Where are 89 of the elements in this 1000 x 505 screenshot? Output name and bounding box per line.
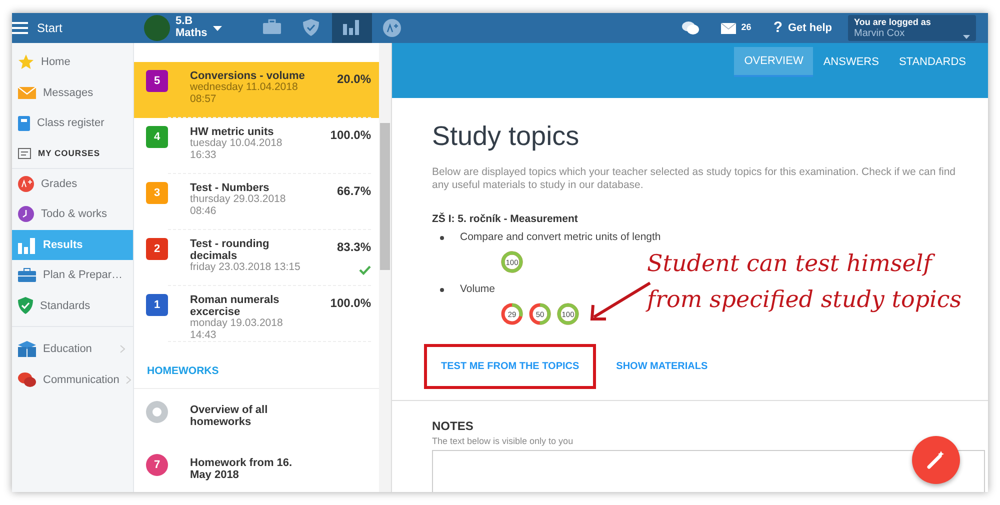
start-menu-button[interactable]: Start bbox=[12, 13, 134, 43]
sidebar-item[interactable]: Communication bbox=[12, 364, 133, 395]
sidebar-item[interactable]: Messages bbox=[12, 78, 133, 108]
tab[interactable]: OVERVIEW bbox=[734, 47, 814, 77]
test-date: wednesday 11.04.2018 08:57 bbox=[190, 82, 299, 106]
scrollbar-thumb[interactable] bbox=[380, 123, 390, 270]
magic-wand-icon bbox=[926, 450, 946, 470]
chat-bubbles-icon bbox=[18, 372, 36, 388]
text-button[interactable]: TEST ME FROM THE TOPICS bbox=[427, 346, 594, 386]
test-title: HW metric units bbox=[190, 126, 275, 138]
user-account-menu[interactable]: You are logged as Marvin Cox bbox=[848, 15, 976, 41]
menu-icon bbox=[12, 22, 28, 34]
annotation-text: Student can test himself from specified study topics bbox=[647, 250, 962, 315]
section-heading: MY COURSES bbox=[38, 146, 100, 160]
score-text: 20.0% bbox=[336, 71, 371, 88]
test-title: Roman numerals excercise bbox=[190, 294, 280, 318]
score-text: 66.7% bbox=[336, 183, 371, 200]
text-button[interactable]: SHOW MATERIALS bbox=[602, 346, 722, 386]
homework-item[interactable]: Overview of all homeworks bbox=[134, 388, 379, 442]
messages-button[interactable]: 26 bbox=[720, 21, 752, 35]
number-badge: 3 bbox=[146, 182, 168, 204]
chevron-icon bbox=[126, 376, 132, 384]
star-icon bbox=[18, 54, 34, 70]
sidebar-item[interactable]: Grades bbox=[12, 168, 133, 199]
number-badge: 1 bbox=[146, 294, 168, 316]
chevron-icon bbox=[120, 345, 125, 354]
envelope-icon bbox=[18, 86, 36, 99]
score-text: 83.3% bbox=[336, 239, 371, 256]
test-title: Conversions - volume bbox=[190, 70, 306, 82]
notes-field[interactable] bbox=[432, 450, 985, 492]
caret-icon bbox=[963, 35, 970, 39]
test-result-item[interactable]: 1 Roman numerals excercise monday 19.03.2018 14:43 100.0% bbox=[134, 286, 379, 342]
notes-heading: NOTES bbox=[432, 418, 474, 435]
open-book-icon bbox=[18, 341, 36, 358]
envelope-icon bbox=[720, 22, 736, 34]
sidebar-item[interactable]: Education bbox=[12, 334, 133, 364]
test-result-item[interactable]: 3 Test - Numbers thursday 29.03.2018 08:46 66.7% bbox=[134, 174, 379, 230]
briefcase-icon[interactable] bbox=[263, 19, 281, 37]
test-result-item[interactable]: 5 Conversions - volume wednesday 11.04.2018 08:57 20.0% bbox=[134, 62, 379, 118]
bar-chart-icon bbox=[18, 236, 36, 254]
grade-icon bbox=[18, 176, 34, 192]
shield-icon[interactable] bbox=[303, 19, 321, 37]
grade-icon[interactable] bbox=[383, 19, 401, 37]
test-title: Test - Numbers bbox=[190, 182, 270, 194]
number-badge: 7 bbox=[146, 454, 168, 476]
score-text: 100.0% bbox=[330, 295, 371, 312]
book-icon bbox=[18, 116, 30, 131]
shield-icon bbox=[18, 297, 33, 314]
clock-icon bbox=[18, 206, 34, 222]
topic-name: Volume bbox=[460, 282, 496, 298]
number-badge: 4 bbox=[146, 126, 168, 148]
sidebar-item[interactable]: Plan & Prepar… bbox=[12, 260, 133, 290]
magic-wand-button[interactable] bbox=[912, 436, 960, 484]
homework-title: Homework from 16. May 2018 bbox=[190, 456, 294, 481]
number-badge: 5 bbox=[146, 70, 168, 92]
homework-item[interactable]: 7 Homework from 16. May 2018 bbox=[134, 442, 379, 492]
courses-icon bbox=[18, 148, 31, 158]
help-link[interactable]: ? Get help bbox=[773, 16, 832, 40]
test-date: tuesday 10.04.2018 16:33 bbox=[190, 138, 284, 162]
test-title: Test - rounding decimals bbox=[190, 238, 270, 262]
test-date: friday 23.03.2018 13:15 bbox=[190, 262, 302, 274]
description-text: Below are displayed topics which your teacher selected as study topics for this examination. Check if we can find any useful materials to study in our database. bbox=[432, 166, 957, 192]
topic-name: Compare and convert metric units of length bbox=[460, 230, 661, 246]
page-title: Study topics bbox=[432, 120, 580, 152]
tab[interactable]: STANDARDS bbox=[888, 47, 976, 77]
sidebar-item[interactable]: Home bbox=[12, 47, 133, 78]
number-badge: 2 bbox=[146, 238, 168, 260]
test-result-item[interactable]: 2 Test - rounding decimals friday 23.03.2018 13:15 83.3% bbox=[134, 230, 379, 286]
sidebar-item[interactable]: Results bbox=[12, 230, 133, 260]
test-date: monday 19.03.2018 14:43 bbox=[190, 318, 284, 342]
course-photo-placeholder bbox=[144, 15, 170, 41]
homework-title: Overview of all homeworks bbox=[190, 404, 269, 428]
sidebar-item[interactable]: Standards bbox=[12, 290, 133, 321]
bullet-icon bbox=[440, 236, 444, 240]
score-text: 100.0% bbox=[330, 127, 371, 144]
test-result-item[interactable]: 4 HW metric units tuesday 10.04.2018 16:33 100.0% bbox=[134, 118, 379, 174]
caret-icon bbox=[212, 26, 222, 30]
sidebar-item[interactable]: Class register bbox=[12, 108, 133, 138]
notes-hint: The text below is visible only to you bbox=[432, 434, 574, 448]
bullet-icon bbox=[440, 288, 444, 292]
sidebar-item[interactable]: Todo & works bbox=[12, 199, 133, 230]
tab[interactable]: ANSWERS bbox=[813, 47, 889, 77]
subject-heading: ZŠ I: 5. ročník - Measurement bbox=[432, 212, 578, 227]
test-date: thursday 29.03.2018 08:46 bbox=[190, 194, 287, 218]
course-selector[interactable]: 5.B Maths bbox=[134, 13, 252, 43]
briefcase-icon bbox=[18, 268, 36, 282]
chat-button[interactable] bbox=[682, 21, 699, 35]
bar-chart-icon[interactable] bbox=[343, 19, 361, 37]
chat-bubbles-icon bbox=[682, 21, 699, 35]
